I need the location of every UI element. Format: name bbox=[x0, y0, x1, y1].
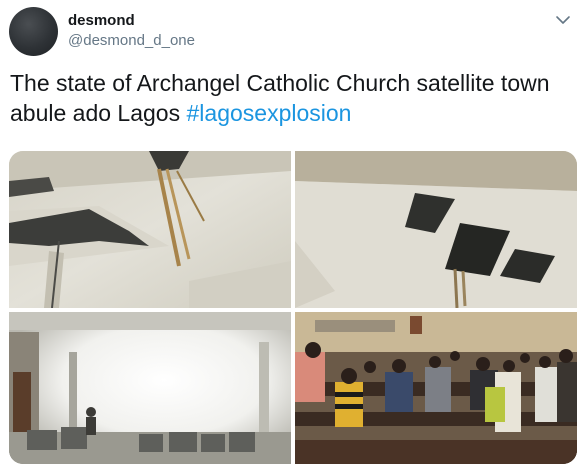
tweet-text: The state of Archangel Catholic Church s… bbox=[10, 68, 565, 128]
hashtag-link[interactable]: #lagosexplosion bbox=[187, 100, 352, 126]
photo-congregation[interactable] bbox=[295, 312, 577, 464]
photo-church-interior-light[interactable] bbox=[9, 312, 291, 464]
photo-ceiling-damage-1[interactable] bbox=[9, 151, 291, 308]
chevron-down-icon bbox=[556, 16, 570, 24]
photo-ceiling-damage-2[interactable] bbox=[295, 151, 577, 308]
tweet-card: desmond @desmond_d_one The state of Arch… bbox=[0, 0, 579, 465]
tweet-menu-button[interactable] bbox=[553, 10, 573, 30]
avatar[interactable] bbox=[9, 7, 58, 56]
media-grid bbox=[9, 151, 577, 464]
author-display-name[interactable]: desmond bbox=[68, 12, 135, 29]
author-handle[interactable]: @desmond_d_one bbox=[68, 32, 195, 49]
